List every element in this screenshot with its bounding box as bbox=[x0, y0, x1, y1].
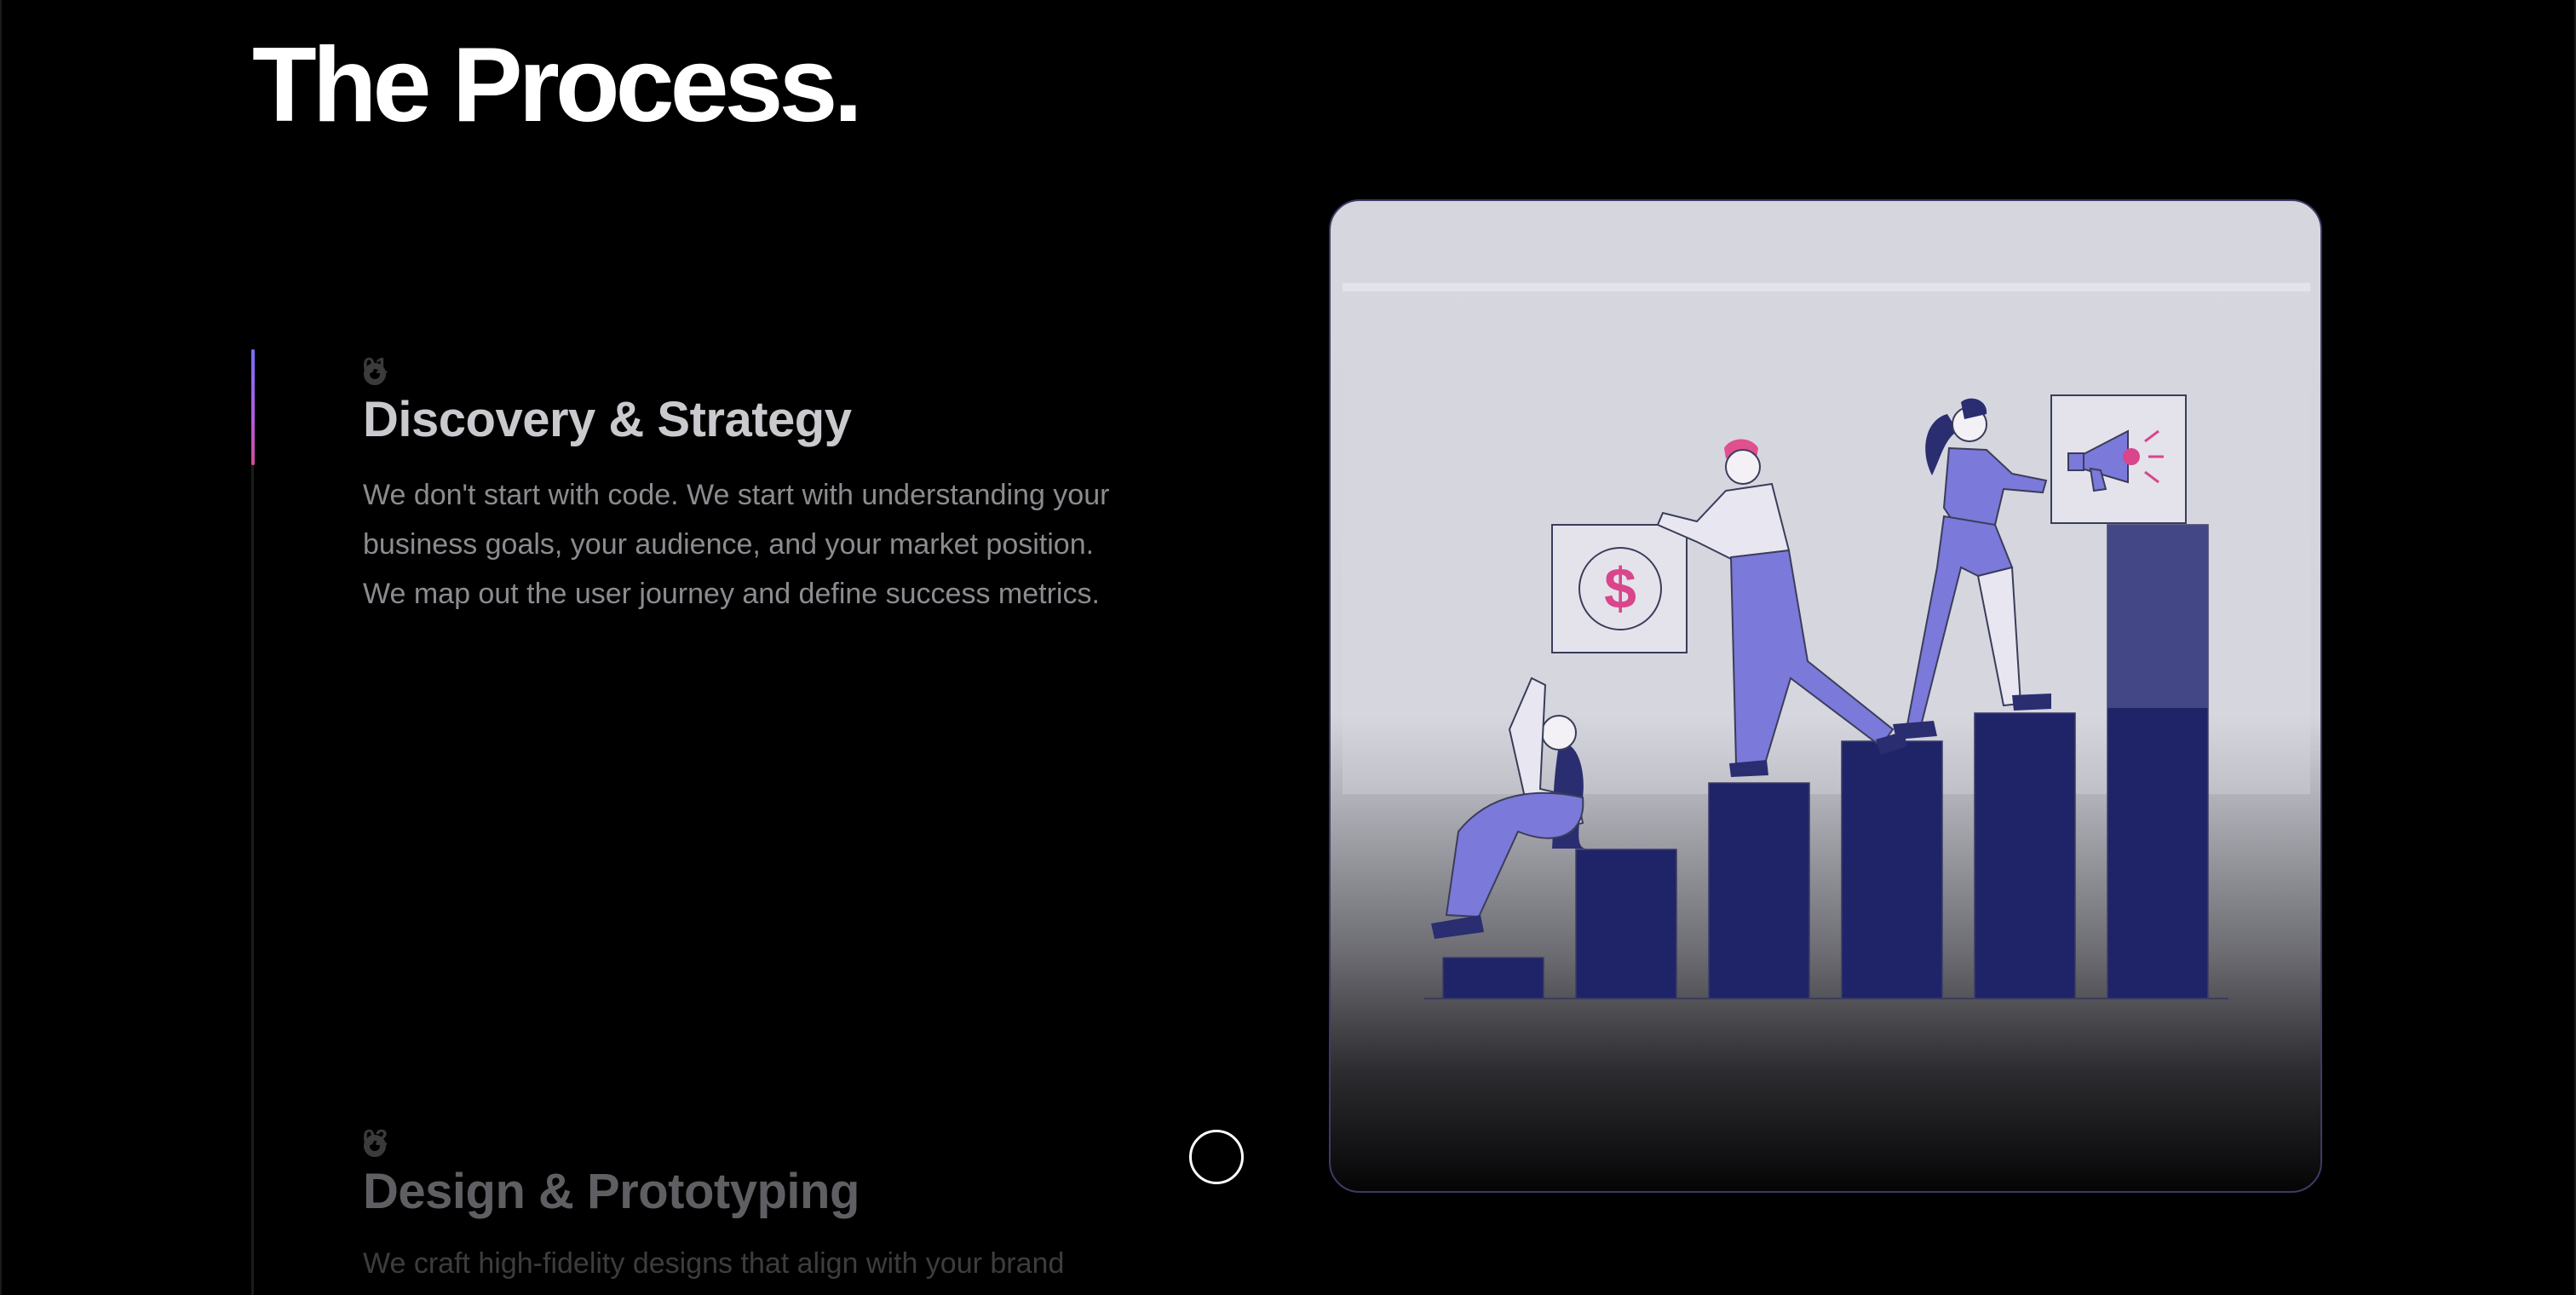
inner-frame-top bbox=[1343, 283, 2310, 291]
step-description: We don't start with code. We start with … bbox=[363, 479, 1110, 610]
step-description: We craft high-fidelity designs that alig… bbox=[363, 1247, 1065, 1280]
head-shape bbox=[1541, 715, 1577, 751]
shoe-shape bbox=[2012, 694, 2051, 711]
bar-4 bbox=[1841, 740, 1943, 999]
bar-6-top bbox=[2107, 525, 2208, 708]
step-number: 01 bbox=[363, 351, 1130, 392]
process-step-discovery: 01 Discovery & Strategy We don't start w… bbox=[363, 351, 1130, 619]
growth-team-illustration: $ bbox=[1343, 283, 2310, 999]
bar-3 bbox=[1708, 782, 1810, 999]
megaphone-box bbox=[2050, 394, 2187, 524]
dollar-symbol: $ bbox=[1604, 556, 1636, 621]
head-shape bbox=[1725, 449, 1761, 485]
timeline-progress-indicator bbox=[251, 349, 255, 465]
step-marker-icon bbox=[364, 363, 386, 385]
step-title: Discovery & Strategy bbox=[363, 392, 852, 447]
shoe-shape bbox=[1431, 915, 1484, 939]
megaphone-handle bbox=[2067, 452, 2084, 471]
page-title: The Process. bbox=[252, 26, 863, 144]
step-number: 02 bbox=[363, 1123, 1130, 1164]
process-illustration-card: $ bbox=[1329, 199, 2322, 1193]
process-step-design: 02 Design & Prototyping We craft high-fi… bbox=[363, 1123, 1130, 1288]
bar-1 bbox=[1442, 957, 1544, 999]
step-title: Design & Prototyping bbox=[363, 1164, 860, 1219]
cursor-follower-icon bbox=[1189, 1130, 1244, 1184]
timeline-track bbox=[251, 349, 254, 1295]
dollar-box: $ bbox=[1551, 524, 1688, 653]
step-marker-icon bbox=[364, 1135, 386, 1157]
megaphone-accent bbox=[2123, 448, 2140, 465]
bar-2 bbox=[1575, 849, 1677, 999]
frame-edge-left bbox=[0, 0, 2, 1295]
legs-shape bbox=[1445, 791, 1584, 918]
bar-5 bbox=[1974, 712, 2076, 999]
